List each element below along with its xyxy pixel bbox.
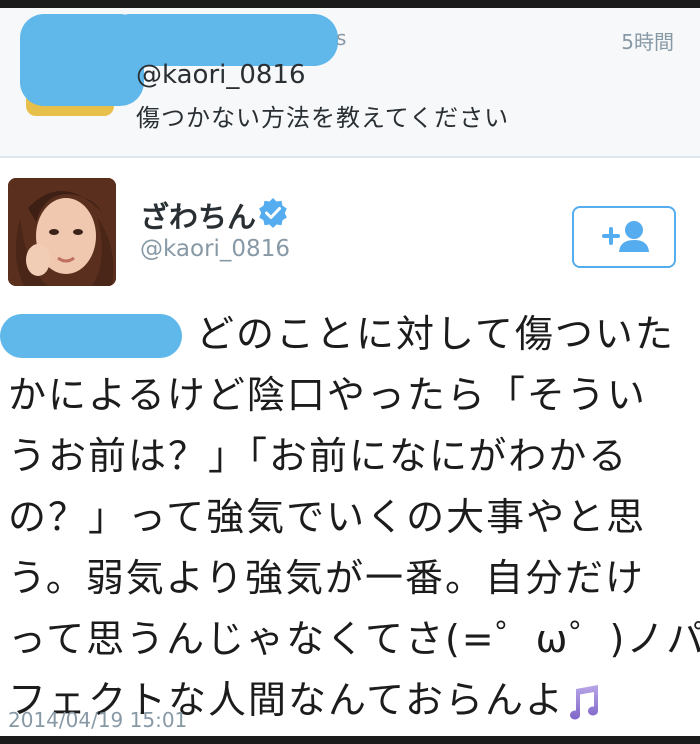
- music-note-icon: [569, 684, 598, 720]
- user-handle[interactable]: @kaori_0816: [140, 236, 290, 262]
- reply-text: 傷つかない方法を教えてください: [136, 104, 510, 132]
- tweet-text-line: う。弱気より強気が一番。自分だけ: [8, 556, 645, 600]
- user-avatar[interactable]: [8, 178, 116, 286]
- display-name[interactable]: ざわちん: [140, 194, 256, 236]
- tweet-detail-screen: s 5時間 @kaori_0816 傷つかない方法を教えてください ざわちん @…: [0, 8, 700, 736]
- reply-tweet[interactable]: s 5時間 @kaori_0816 傷つかない方法を教えてください: [0, 8, 700, 158]
- tweet-text-line: かによるけど陰口やったら「そうい: [8, 373, 647, 417]
- reply-timestamp: 5時間: [621, 30, 674, 54]
- follow-user-icon: [602, 221, 649, 252]
- verified-badge-icon: [259, 198, 287, 228]
- redaction-mark: [106, 14, 338, 66]
- tweet-timestamp: 2014/04/19 15:01: [8, 708, 188, 732]
- tweet-text-line: って思うんじゃなくてさ(=゜ω゜)ノパー: [8, 617, 700, 661]
- avatar-photo: [8, 178, 116, 286]
- tweet-text-line: どのことに対して傷ついた: [196, 312, 675, 356]
- reply-display-name: s: [336, 26, 347, 50]
- tweet-text-line: の？」って強気でいくの大事やと思: [8, 495, 647, 539]
- tweet-text: どのことに対して傷ついた かによるけど陰口やったら「そうい うお前は？」「お前に…: [8, 304, 700, 731]
- reply-mention[interactable]: @kaori_0816: [136, 60, 306, 90]
- follow-button[interactable]: [572, 206, 676, 268]
- tweet-text-line: うお前は？」「お前になにがわかる: [8, 434, 629, 478]
